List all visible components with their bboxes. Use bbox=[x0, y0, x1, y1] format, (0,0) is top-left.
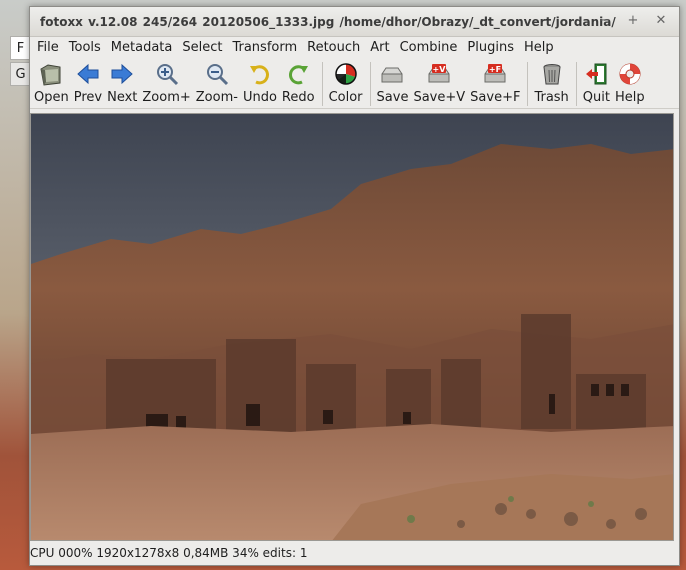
menu-help[interactable]: Help bbox=[519, 37, 559, 59]
redo-icon bbox=[285, 61, 311, 87]
background-window-tab-g[interactable]: G bbox=[10, 62, 30, 86]
save-version-icon: +V bbox=[426, 61, 452, 87]
menu-bar: File Tools Metadata Select Transform Ret… bbox=[30, 37, 679, 59]
open-label: Open bbox=[34, 90, 69, 105]
minimize-icon[interactable]: − bbox=[597, 13, 613, 29]
arrow-right-icon bbox=[109, 61, 135, 87]
toolbar: Open Prev Next Zoom+ Zoom- Undo Redo Col… bbox=[30, 59, 679, 109]
undo-button[interactable]: Undo bbox=[241, 59, 279, 105]
zoom-out-label: Zoom- bbox=[195, 90, 238, 105]
trash-icon bbox=[539, 61, 565, 87]
menu-tools[interactable]: Tools bbox=[64, 37, 106, 59]
redo-label: Redo bbox=[281, 90, 315, 105]
arrow-left-icon bbox=[75, 61, 101, 87]
quit-button[interactable]: Quit bbox=[581, 59, 612, 105]
maximize-icon[interactable]: + bbox=[625, 13, 641, 29]
menu-transform[interactable]: Transform bbox=[227, 37, 302, 59]
close-icon[interactable]: ✕ bbox=[653, 13, 669, 29]
zoom-in-icon bbox=[154, 61, 180, 87]
color-label: Color bbox=[328, 90, 363, 105]
save-v-label: Save+V bbox=[413, 90, 466, 105]
toolbar-separator bbox=[575, 62, 577, 106]
prev-button[interactable]: Prev bbox=[72, 59, 104, 105]
undo-label: Undo bbox=[242, 90, 277, 105]
color-button[interactable]: Color bbox=[327, 59, 365, 105]
zoom-in-button[interactable]: Zoom+ bbox=[140, 59, 192, 105]
photo-image bbox=[31, 114, 673, 540]
exit-door-icon bbox=[583, 61, 609, 87]
save-file-icon: +F bbox=[482, 61, 508, 87]
trash-button[interactable]: Trash bbox=[532, 59, 570, 105]
save-disk-icon bbox=[379, 61, 405, 87]
status-text: CPU 000% 1920x1278x8 0,84MB 34% edits: 1 bbox=[30, 546, 308, 560]
menu-retouch[interactable]: Retouch bbox=[302, 37, 365, 59]
undo-icon bbox=[247, 61, 273, 87]
save-f-button[interactable]: +F Save+F bbox=[468, 59, 522, 105]
next-label: Next bbox=[107, 90, 138, 105]
toolbar-separator bbox=[527, 62, 529, 106]
fotoxx-window: fotoxx v.12.08 245/264 20120506_1333.jpg… bbox=[29, 6, 680, 566]
toolbar-separator bbox=[369, 62, 371, 106]
zoom-out-button[interactable]: Zoom- bbox=[194, 59, 240, 105]
zoom-in-label: Zoom+ bbox=[142, 90, 191, 105]
help-label: Help bbox=[614, 90, 645, 105]
trash-label: Trash bbox=[534, 90, 569, 105]
menu-file[interactable]: File bbox=[32, 37, 64, 59]
menu-plugins[interactable]: Plugins bbox=[462, 37, 519, 59]
menu-combine[interactable]: Combine bbox=[395, 37, 463, 59]
save-f-label: Save+F bbox=[470, 90, 521, 105]
window-title: fotoxx v.12.08 245/264 20120506_1333.jpg… bbox=[40, 15, 616, 29]
title-bar[interactable]: fotoxx v.12.08 245/264 20120506_1333.jpg… bbox=[30, 7, 679, 37]
next-button[interactable]: Next bbox=[105, 59, 139, 105]
quit-label: Quit bbox=[582, 90, 610, 105]
open-folder-icon bbox=[38, 61, 64, 87]
save-button[interactable]: Save bbox=[375, 59, 411, 105]
svg-text:+V: +V bbox=[433, 65, 447, 74]
status-bar: CPU 000% 1920x1278x8 0,84MB 34% edits: 1 bbox=[30, 542, 670, 564]
background-window-tab-f[interactable]: F bbox=[10, 36, 30, 60]
help-button[interactable]: Help bbox=[613, 59, 647, 105]
save-v-button[interactable]: +V Save+V bbox=[411, 59, 467, 105]
window-controls: − + ✕ bbox=[597, 13, 669, 29]
zoom-out-icon bbox=[204, 61, 230, 87]
redo-button[interactable]: Redo bbox=[280, 59, 317, 105]
color-wheel-icon bbox=[333, 61, 359, 87]
menu-select[interactable]: Select bbox=[177, 37, 227, 59]
menu-art[interactable]: Art bbox=[365, 37, 394, 59]
save-label: Save bbox=[376, 90, 409, 105]
toolbar-separator bbox=[321, 62, 323, 106]
open-button[interactable]: Open bbox=[32, 59, 71, 105]
prev-label: Prev bbox=[73, 90, 103, 105]
menu-metadata[interactable]: Metadata bbox=[106, 37, 178, 59]
image-viewport[interactable] bbox=[30, 113, 674, 541]
lifebuoy-icon bbox=[617, 61, 643, 87]
svg-text:+F: +F bbox=[489, 65, 501, 74]
